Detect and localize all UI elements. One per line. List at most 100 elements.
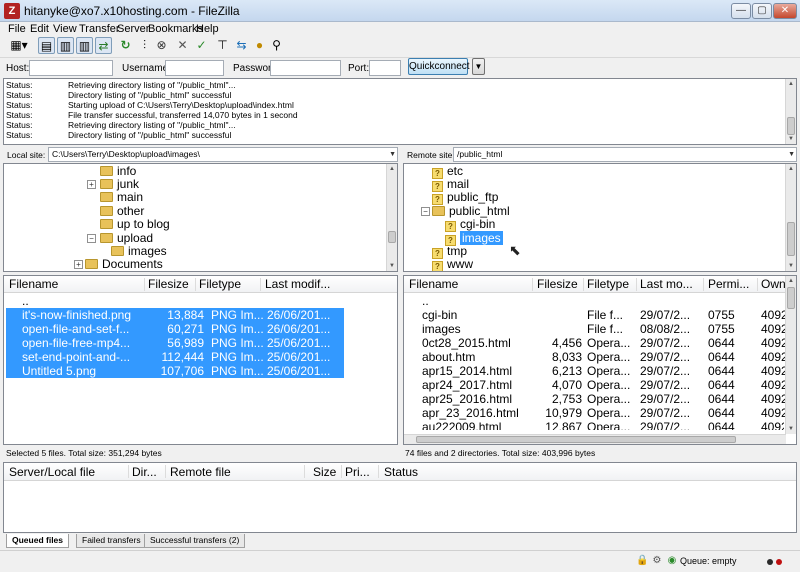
list-item[interactable]: open-file-free-mp4... 56,989 PNG Im... 2… (6, 336, 344, 350)
column-server-local-file[interactable]: Server/Local file (9, 465, 95, 479)
toggle-log-icon[interactable]: ▤ (38, 37, 55, 54)
scroll-down-icon[interactable]: ▼ (387, 261, 397, 271)
password-input[interactable] (270, 60, 341, 76)
list-item[interactable]: about.htm 8,033 Opera... 29/07/2... 0644… (406, 350, 788, 364)
quickconnect-button[interactable]: Quickconnect (408, 58, 470, 75)
column-owner[interactable]: Own (761, 277, 786, 291)
remote-path-combo[interactable]: /public_html ▼ (453, 147, 797, 162)
list-item[interactable]: apr25_2016.html 2,753 Opera... 29/07/2..… (406, 392, 788, 406)
list-item[interactable]: 0ct28_2015.html 4,456 Opera... 29/07/2..… (406, 336, 788, 350)
menu-view[interactable]: View (53, 23, 77, 35)
tree-node[interactable]: up to blog (100, 217, 170, 231)
list-item[interactable]: au222009.html 12,867 Opera... 29/07/2...… (406, 420, 784, 430)
cancel-operation-icon[interactable]: ⊗ (153, 37, 170, 54)
scroll-up-icon[interactable]: ▲ (786, 276, 796, 286)
column-filesize[interactable]: Filesize (537, 277, 578, 291)
column-last-modified[interactable]: Last mo... (640, 277, 693, 291)
tree-node[interactable]: junk (100, 177, 139, 191)
close-button[interactable]: ✕ (773, 3, 797, 19)
menu-bookmarks[interactable]: Bookmarks (148, 23, 203, 35)
expand-icon[interactable]: + (74, 260, 83, 269)
tree-node[interactable]: ? public_ftp (432, 190, 498, 205)
tab-successful-transfers[interactable]: Successful transfers (2) (144, 534, 246, 548)
tree-node[interactable]: ? tmp (432, 244, 467, 259)
column-last-modified[interactable]: Last modif... (265, 277, 330, 291)
tree-node[interactable]: ? images (445, 231, 503, 246)
username-input[interactable] (165, 60, 224, 76)
column-direction[interactable]: Dir... (132, 465, 157, 479)
menu-file[interactable]: File (8, 23, 26, 35)
maximize-button[interactable]: ▢ (752, 3, 772, 19)
site-manager-icon[interactable]: ▦▾ (6, 37, 32, 54)
list-item-parent[interactable]: .. (406, 294, 784, 308)
remote-list-scrollbar[interactable]: ▲ ▼ (785, 276, 796, 434)
tree-node[interactable]: info (100, 164, 136, 178)
list-item[interactable]: images File f... 08/08/2... 0755 4092 (406, 322, 788, 336)
column-priority[interactable]: Pri... (345, 465, 370, 479)
directory-filter-icon[interactable]: ⊤ (214, 37, 231, 54)
synchronized-browsing-icon[interactable]: ● (251, 37, 268, 54)
toggle-remote-tree-icon[interactable]: ▥ (76, 37, 93, 54)
process-queue-icon[interactable]: ⫶ (136, 37, 153, 54)
tree-node[interactable]: public_html (432, 204, 510, 218)
column-filetype[interactable]: Filetype (587, 277, 629, 291)
log-scrollbar[interactable]: ▲ ▼ (785, 79, 796, 144)
directory-compare-icon[interactable]: ⇆ (233, 37, 250, 54)
local-path-combo[interactable]: C:\Users\Terry\Desktop\upload\images\ ▼ (48, 147, 398, 162)
minimize-button[interactable]: — (731, 3, 751, 19)
list-item[interactable]: set-end-point-and-... 112,444 PNG Im... … (6, 350, 344, 364)
remote-directory-tree[interactable]: ? etc ? mail ? public_ftp − public_html ? cg… (403, 163, 797, 272)
toggle-local-tree-icon[interactable]: ▥ (57, 37, 74, 54)
tree-node[interactable]: ? etc (432, 164, 463, 179)
quickconnect-dropdown-button[interactable]: ▼ (472, 58, 485, 75)
list-item-parent[interactable]: .. (6, 294, 346, 308)
list-item[interactable]: Untitled 5.png 107,706 PNG Im... 25/06/2… (6, 364, 344, 378)
disconnect-icon[interactable]: ✕ (174, 37, 191, 54)
list-item[interactable]: apr15_2014.html 6,213 Opera... 29/07/2..… (406, 364, 788, 378)
list-item[interactable]: apr24_2017.html 4,070 Opera... 29/07/2..… (406, 378, 788, 392)
scroll-thumb[interactable] (787, 222, 795, 256)
scroll-up-icon[interactable]: ▲ (387, 164, 397, 174)
column-size[interactable]: Size (313, 465, 336, 479)
tree-node[interactable]: ? cgi-bin (445, 217, 495, 232)
chevron-down-icon[interactable]: ▼ (788, 148, 795, 161)
selected-tree-node[interactable]: images (460, 231, 503, 245)
scroll-down-icon[interactable]: ▼ (786, 424, 796, 434)
column-filetype[interactable]: Filetype (199, 277, 241, 291)
expand-icon[interactable]: + (87, 180, 96, 189)
tab-queued-files[interactable]: Queued files (6, 534, 70, 548)
scroll-thumb[interactable] (787, 287, 795, 309)
title-bar[interactable]: Z hitanyke@xo7.x10hosting.com - FileZill… (0, 0, 800, 22)
remote-list-hscrollbar[interactable] (404, 434, 786, 444)
tree-node[interactable]: other (100, 204, 144, 218)
tree-node[interactable]: ? mail (432, 177, 469, 192)
local-directory-tree[interactable]: info + junk main other up to blog − uplo… (3, 163, 398, 272)
search-icon[interactable]: ⚲ (268, 37, 285, 54)
scroll-down-icon[interactable]: ▼ (786, 261, 796, 271)
menu-help[interactable]: Help (196, 23, 219, 35)
refresh-icon[interactable]: ↻ (117, 37, 134, 54)
list-item[interactable]: it's-now-finished.png 13,884 PNG Im... 2… (6, 308, 344, 322)
collapse-icon[interactable]: − (87, 234, 96, 243)
scroll-thumb[interactable] (787, 117, 795, 135)
menu-transfer[interactable]: Transfer (79, 23, 120, 35)
column-filesize[interactable]: Filesize (148, 277, 189, 291)
list-item[interactable]: cgi-bin File f... 29/07/2... 0755 4092 (406, 308, 788, 322)
scroll-up-icon[interactable]: ▲ (786, 79, 796, 89)
column-remote-file[interactable]: Remote file (170, 465, 231, 479)
tree-node[interactable]: main (100, 190, 143, 204)
column-filename[interactable]: Filename (409, 277, 458, 291)
toggle-queue-icon[interactable]: ⇄ (95, 37, 112, 54)
message-log[interactable]: Status: Retrieving directory listing of "… (3, 78, 797, 145)
menu-edit[interactable]: Edit (30, 23, 49, 35)
hscroll-thumb[interactable] (416, 436, 736, 443)
tree-node[interactable]: upload (100, 231, 153, 245)
scroll-down-icon[interactable]: ▼ (786, 134, 796, 144)
list-item[interactable]: open-file-and-set-f... 60,271 PNG Im... … (6, 322, 344, 336)
chevron-down-icon[interactable]: ▼ (389, 148, 396, 161)
remote-file-list[interactable]: Filename Filesize Filetype Last mo... Pe… (403, 275, 797, 445)
tree-node[interactable]: images (111, 244, 167, 258)
transfer-queue[interactable]: Server/Local file Dir... Remote file Siz… (3, 462, 797, 533)
tree-node[interactable]: Documents (85, 257, 163, 271)
column-permissions[interactable]: Permi... (708, 277, 749, 291)
